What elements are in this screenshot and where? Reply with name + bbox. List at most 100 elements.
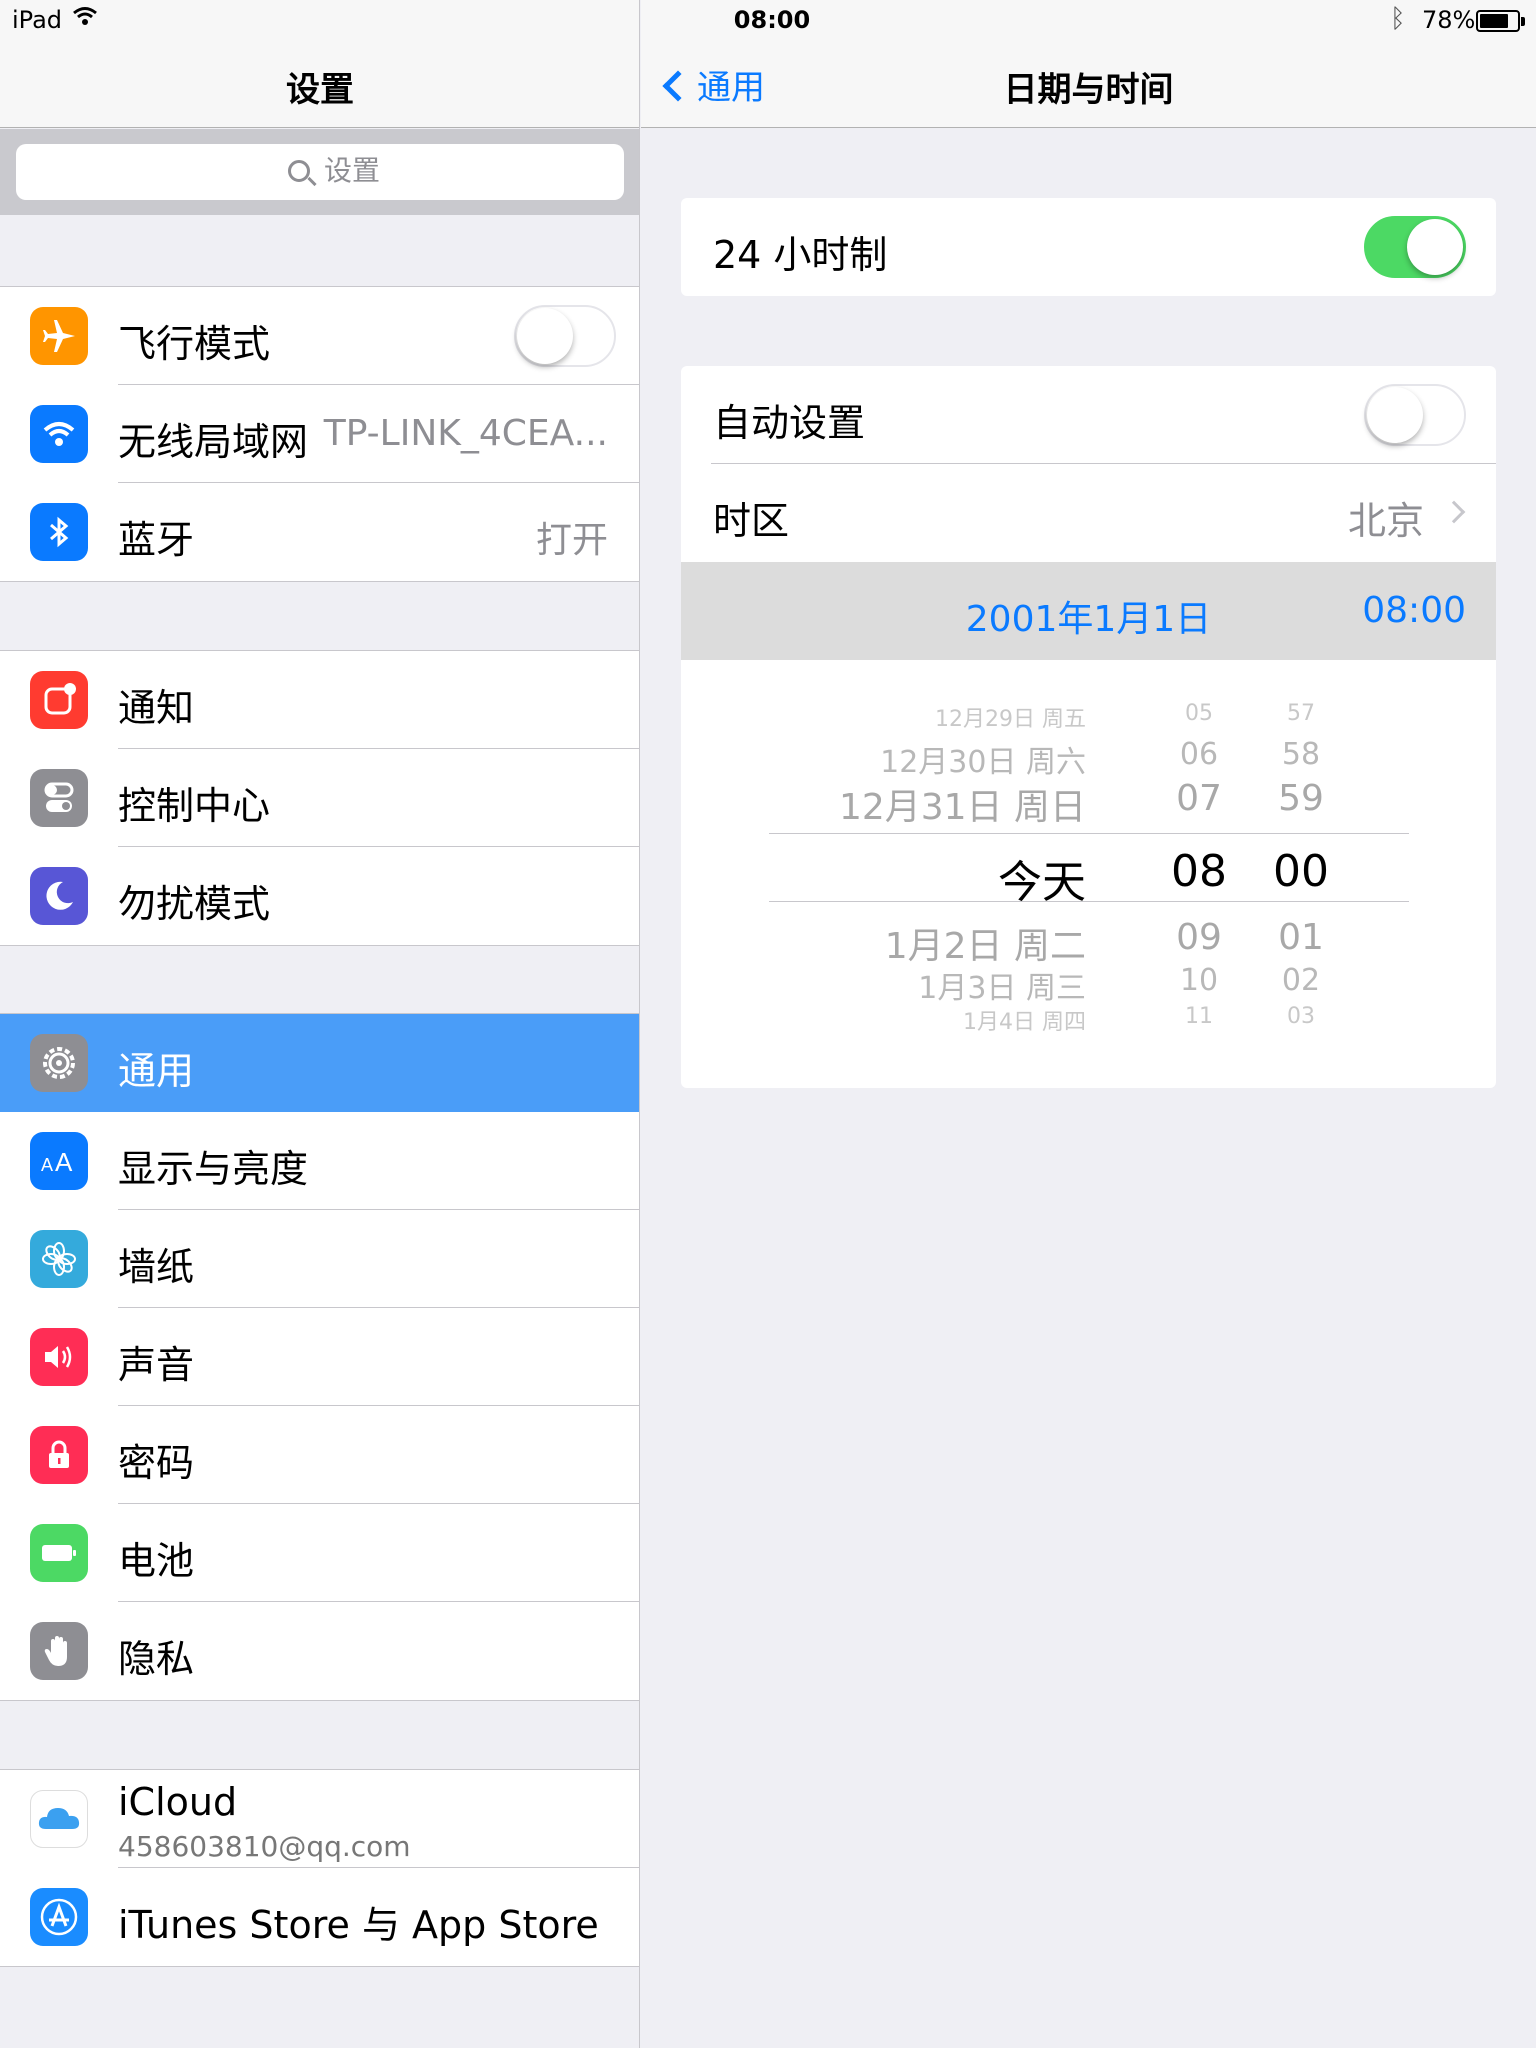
sidebar-item-label: 声音 [118, 1343, 195, 1387]
master-title: 设置 [286, 70, 354, 110]
auto-set-label: 自动设置 [713, 401, 866, 445]
sidebar-item[interactable]: 电池 [0, 1504, 639, 1602]
settings-group: 通知控制中心勿扰模式 [0, 650, 639, 946]
picker-hour[interactable]: 08 [1149, 846, 1249, 897]
picker-minute[interactable]: 00 [1251, 846, 1351, 897]
moon-icon [30, 867, 88, 925]
bluetooth-icon [30, 503, 88, 561]
hour24-toggle[interactable] [1364, 216, 1466, 278]
bluetooth-status-icon: ᛒ [1390, 4, 1406, 34]
airplane-mode-toggle[interactable] [514, 305, 616, 367]
sidebar-item[interactable]: 密码 [0, 1406, 639, 1504]
detail-title: 日期与时间 [1003, 70, 1174, 110]
sidebar-item-label: 显示与亮度 [118, 1147, 309, 1191]
svg-text:A: A [55, 1147, 73, 1177]
picker-hour[interactable]: 09 [1149, 917, 1249, 958]
sidebar-item-label: 飞行模式 [118, 322, 271, 366]
picker-date[interactable]: 1月2日 周二 [885, 917, 1086, 969]
app-store-icon [30, 1888, 88, 1946]
sidebar-item-label: 隐私 [118, 1637, 195, 1681]
sidebar-item[interactable]: 控制中心 [0, 749, 639, 847]
sidebar-item-label: 通知 [118, 686, 195, 730]
picker-date[interactable]: 1月3日 周三 [918, 963, 1086, 1007]
sidebar-item[interactable]: 蓝牙 打开 [0, 483, 639, 581]
sidebar-item-label: 无线局域网 [118, 420, 309, 464]
settings-group: iCloud 458603810@qq.com iTunes Store 与 App… [0, 1769, 639, 1967]
picker-hour[interactable]: 05 [1149, 701, 1249, 726]
svg-text:A: A [41, 1155, 53, 1175]
sidebar-item-label: iCloud [118, 1780, 238, 1824]
lock-icon [30, 1426, 88, 1484]
sidebar-item-value: TP-LINK_4CEA... [323, 413, 608, 454]
sidebar-item[interactable]: 飞行模式 [0, 287, 639, 385]
search-icon [288, 160, 310, 182]
sidebar-item-label: 蓝牙 [118, 518, 195, 562]
toggle-knob [1407, 219, 1463, 275]
settings-group: 飞行模式无线局域网 TP-LINK_4CEA... 蓝牙 打开 [0, 286, 639, 582]
timezone-row[interactable]: 时区 北京 [681, 464, 1496, 562]
current-time: 08:00 [1362, 590, 1466, 631]
sidebar-item[interactable]: iTunes Store 与 App Store [0, 1868, 639, 1966]
speaker-icon [30, 1328, 88, 1386]
picker-date[interactable]: 1月4日 周四 [963, 1004, 1086, 1036]
picker-selection-line [769, 901, 1409, 902]
picker-hour[interactable]: 06 [1149, 737, 1249, 772]
sidebar-item-label: 电池 [118, 1539, 195, 1583]
picker-date[interactable]: 今天 [998, 846, 1086, 910]
sidebar-item-label: iTunes Store 与 App Store [118, 1903, 599, 1947]
chevron-right-icon [1442, 500, 1466, 524]
hour24-row: 24 小时制 [681, 198, 1496, 296]
picker-hour[interactable]: 11 [1149, 1004, 1249, 1029]
battery-fill [1480, 14, 1508, 28]
picker-hour[interactable]: 10 [1149, 963, 1249, 998]
picker-minute[interactable]: 57 [1251, 701, 1351, 726]
settings-group: 通用 A A 显示与亮度墙纸声音密码电池隐私 [0, 1013, 639, 1701]
picker-date[interactable]: 12月29日 周五 [935, 701, 1086, 733]
sidebar-item-label: 通用 [118, 1049, 195, 1093]
picker-date[interactable]: 12月31日 周日 [839, 778, 1086, 830]
battery-status-icon [1476, 10, 1520, 32]
sidebar-item[interactable]: 声音 [0, 1308, 639, 1406]
hour24-label: 24 小时制 [713, 233, 888, 277]
battery-icon [30, 1524, 88, 1582]
picker-minute[interactable]: 02 [1251, 963, 1351, 998]
wifi-icon [30, 405, 88, 463]
status-time: 08:00 [733, 6, 811, 34]
display-brightness-icon: AA [30, 1132, 88, 1190]
sidebar-item[interactable]: 通用 [0, 1014, 639, 1112]
wallpaper-flower-icon [30, 1230, 88, 1288]
sidebar-item-label: 密码 [118, 1441, 195, 1485]
airplane-icon [30, 307, 88, 365]
master-pane: 设置 飞行模式无线局域网 TP-LINK_4CEA... 蓝牙 打开通知控制中心勿扰模… [0, 0, 640, 2048]
picker-minute[interactable]: 03 [1251, 1004, 1351, 1029]
picker-selection-line [769, 833, 1409, 834]
picker-date[interactable]: 12月30日 周六 [880, 737, 1086, 781]
sidebar-item[interactable]: 通知 [0, 651, 639, 749]
search-input[interactable] [324, 154, 524, 187]
status-bar: iPad 08:00 ᛒ 78% [0, 0, 1536, 40]
search-bar [0, 129, 639, 215]
hand-icon [30, 1622, 88, 1680]
sidebar-item[interactable]: A A 显示与亮度 [0, 1112, 639, 1210]
sidebar-item[interactable]: 隐私 [0, 1602, 639, 1700]
picker-minute[interactable]: 59 [1251, 778, 1351, 819]
battery-percent: 78% [1422, 6, 1476, 34]
search-box[interactable] [16, 144, 624, 200]
notifications-icon [30, 671, 88, 729]
date-time-row[interactable]: 2001年1月1日 08:00 [681, 562, 1496, 660]
picker-hour[interactable]: 07 [1149, 778, 1249, 819]
picker-minute[interactable]: 01 [1251, 917, 1351, 958]
sidebar-item[interactable]: iCloud 458603810@qq.com [0, 1770, 639, 1868]
sidebar-item[interactable]: 勿扰模式 [0, 847, 639, 945]
auto-set-toggle[interactable] [1364, 384, 1466, 446]
sidebar-item[interactable]: 无线局域网 TP-LINK_4CEA... [0, 385, 639, 483]
sidebar-item-label: 勿扰模式 [118, 882, 271, 926]
date-time-picker[interactable]: 12月29日 周五 12月30日 周六 12月31日 周日今天 1月2日 周二 1月3日… [681, 660, 1496, 1088]
picker-minute[interactable]: 58 [1251, 737, 1351, 772]
toggle-knob [517, 308, 573, 364]
sidebar-item[interactable]: 墙纸 [0, 1210, 639, 1308]
timezone-value: 北京 [1347, 499, 1424, 543]
timezone-label: 时区 [713, 499, 790, 543]
sidebar-item-label: 墙纸 [118, 1245, 195, 1289]
gear-icon [30, 1034, 88, 1092]
